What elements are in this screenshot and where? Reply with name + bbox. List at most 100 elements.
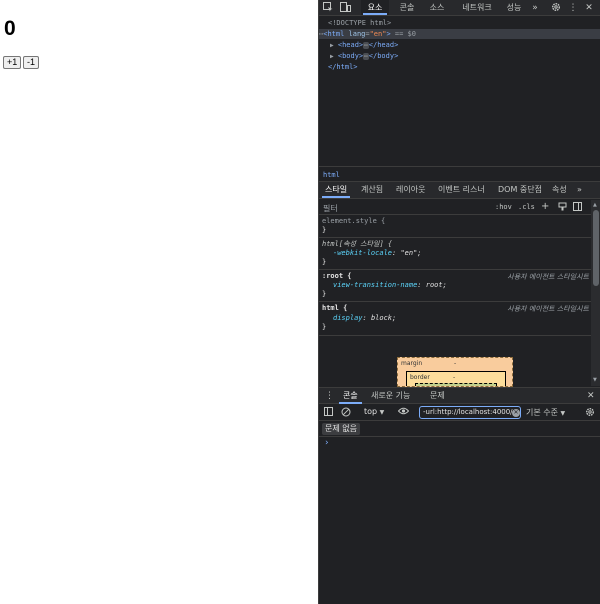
rule-close: }: [322, 258, 327, 266]
property-name: -webkit-locale: [333, 249, 393, 257]
property-value: root;: [425, 281, 447, 289]
more-subtabs-icon[interactable]: »: [577, 182, 582, 198]
clear-filter-icon[interactable]: ✕: [512, 409, 520, 417]
console-prompt[interactable]: ›: [325, 438, 329, 448]
tab-performance[interactable]: 성능: [503, 0, 525, 15]
increment-button[interactable]: +1: [3, 56, 22, 69]
rule-origin: 사용자 에이전트 스타일시트: [507, 273, 589, 281]
cls-toggle[interactable]: .cls: [518, 202, 535, 212]
rule-selector[interactable]: html[속성 스타일] {: [322, 240, 392, 249]
counter-value: 0: [4, 17, 16, 40]
html-attr-name: lang: [348, 30, 366, 38]
context-value: top: [364, 407, 378, 416]
declaration[interactable]: -webkit-locale: "en";: [333, 249, 422, 258]
expand-triangle-icon[interactable]: ▶: [330, 53, 334, 60]
property-name: view-transition-name: [333, 281, 418, 289]
doctype-text: <!DOCTYPE html>: [328, 19, 392, 27]
box-model-border[interactable]: border -: [406, 371, 506, 386]
styles-filter-row: 필터 :hov .cls +: [319, 200, 600, 215]
inspect-element-icon[interactable]: [322, 2, 334, 14]
tab-dom-breakpoints[interactable]: DOM 중단점: [498, 182, 542, 198]
rule-html-attribute-style: html[속성 스타일] { -webkit-locale: "en"; }: [319, 238, 591, 270]
dom-tree: <!DOCTYPE html> ⋯<html lang="en"> == $0 …: [319, 17, 600, 165]
hov-toggle[interactable]: :hov: [495, 202, 512, 212]
rule-element-style: element.style { }: [319, 215, 591, 238]
property-value: "en";: [400, 249, 422, 257]
breadcrumb-html[interactable]: html: [323, 171, 340, 179]
tab-event-listeners[interactable]: 이벤트 리스너: [438, 182, 485, 198]
tab-computed[interactable]: 계산됨: [361, 182, 383, 198]
expand-triangle-icon[interactable]: ▶: [330, 42, 334, 49]
declaration[interactable]: display: block;: [333, 314, 396, 323]
dom-node-head[interactable]: ▶ <head>⋯</head>: [330, 40, 600, 50]
rule-root: :root { 사용자 에이전트 스타일시트 view-transition-n…: [319, 270, 591, 302]
breadcrumb: html: [319, 166, 600, 182]
border-label: border: [410, 374, 430, 381]
device-toolbar-icon[interactable]: [339, 2, 351, 14]
property-name: display: [333, 314, 363, 322]
styles-scrollbar[interactable]: ▲ ▼: [591, 200, 600, 386]
html-attr-value: "en": [369, 30, 387, 38]
head-close-tag: head: [377, 41, 395, 49]
color-format-icon[interactable]: [558, 202, 567, 214]
box-model-padding[interactable]: [415, 383, 497, 386]
body-close-tag: body: [377, 52, 395, 60]
rule-selector[interactable]: :root {: [322, 272, 352, 281]
margin-label: margin: [401, 360, 423, 367]
drawer-tabs: ⋮ 콘솔 새로운 기능 문제 ✕: [319, 387, 600, 404]
rule-html: html { 사용자 에이전트 스타일시트 display: block; }: [319, 302, 591, 336]
tab-network[interactable]: 네트워크: [455, 0, 499, 15]
box-model-margin[interactable]: margin - border -: [397, 357, 513, 387]
scrollbar-thumb[interactable]: [593, 210, 599, 286]
log-levels-select[interactable]: 기본 수준 ▼: [526, 407, 565, 418]
drawer-menu-icon[interactable]: ⋮: [325, 388, 334, 404]
issues-row: 문제 없음: [319, 421, 600, 437]
rule-close: }: [322, 226, 327, 234]
margin-value: -: [454, 360, 457, 367]
devtools-panel: 요소 콘솔 소스 네트워크 성능 » ⋮ ✕ <!DOCTYPE html> ⋯…: [318, 0, 600, 604]
rule-origin: 사용자 에이전트 스타일시트: [507, 305, 589, 313]
close-devtools-icon[interactable]: ✕: [583, 2, 595, 14]
dom-node-body[interactable]: ▶ <body>⋯</body>: [330, 51, 600, 61]
drawer-tab-issues[interactable]: 문제: [430, 388, 445, 404]
console-sidebar-icon[interactable]: [324, 407, 333, 419]
toggle-sidebar-icon[interactable]: [573, 202, 582, 214]
close-drawer-icon[interactable]: ✕: [587, 388, 595, 404]
more-options-icon[interactable]: ⋮: [567, 2, 579, 14]
scroll-down-icon[interactable]: ▼: [593, 377, 597, 383]
styles-filter-input[interactable]: 필터: [323, 203, 338, 214]
dom-node-html[interactable]: ⋯<html lang="en"> == $0: [319, 29, 600, 39]
add-rule-icon[interactable]: +: [541, 202, 549, 212]
tab-styles[interactable]: 스타일: [321, 182, 351, 198]
tab-console[interactable]: 콘솔: [395, 0, 419, 15]
console-toolbar: top ▼ -url:http://localhost:4000/ ✕ 기본 수…: [319, 404, 600, 421]
issues-badge[interactable]: 문제 없음: [322, 423, 360, 435]
log-levels-value: 기본 수준: [526, 408, 558, 417]
chevrons-right-icon[interactable]: »: [529, 2, 541, 14]
property-value: block;: [370, 314, 397, 322]
tab-properties[interactable]: 속성: [552, 182, 567, 198]
dropdown-arrow-icon: ▼: [560, 410, 566, 417]
context-select[interactable]: top ▼: [364, 407, 384, 416]
tab-layout[interactable]: 레이아웃: [396, 182, 425, 198]
drawer-tab-whats-new[interactable]: 새로운 기능: [371, 388, 410, 404]
console-settings-gear-icon[interactable]: [585, 407, 595, 420]
scroll-up-icon[interactable]: ▲: [593, 202, 597, 208]
rule-selector[interactable]: html {: [322, 304, 347, 313]
settings-gear-icon[interactable]: [550, 2, 562, 14]
dom-node-html-close[interactable]: </html>: [328, 62, 600, 72]
live-expression-eye-icon[interactable]: [397, 407, 410, 418]
tab-sources[interactable]: 소스: [425, 0, 449, 15]
declaration[interactable]: view-transition-name: root;: [333, 281, 447, 290]
page-viewport: 0 +1 -1: [0, 0, 318, 604]
decrement-button[interactable]: -1: [23, 56, 40, 69]
styles-subtabs: 스타일 계산됨 레이아웃 이벤트 리스너 DOM 중단점 속성 »: [319, 182, 600, 199]
dom-doctype[interactable]: <!DOCTYPE html>: [328, 18, 600, 28]
console-filter-input[interactable]: -url:http://localhost:4000/: [419, 406, 521, 419]
drawer-tab-console[interactable]: 콘솔: [339, 388, 362, 404]
html-close-tag: </html>: [328, 63, 358, 71]
rule-close: }: [322, 290, 327, 298]
clear-console-icon[interactable]: [341, 407, 351, 420]
tab-elements[interactable]: 요소: [361, 0, 389, 15]
rule-selector[interactable]: element.style {: [322, 217, 385, 226]
